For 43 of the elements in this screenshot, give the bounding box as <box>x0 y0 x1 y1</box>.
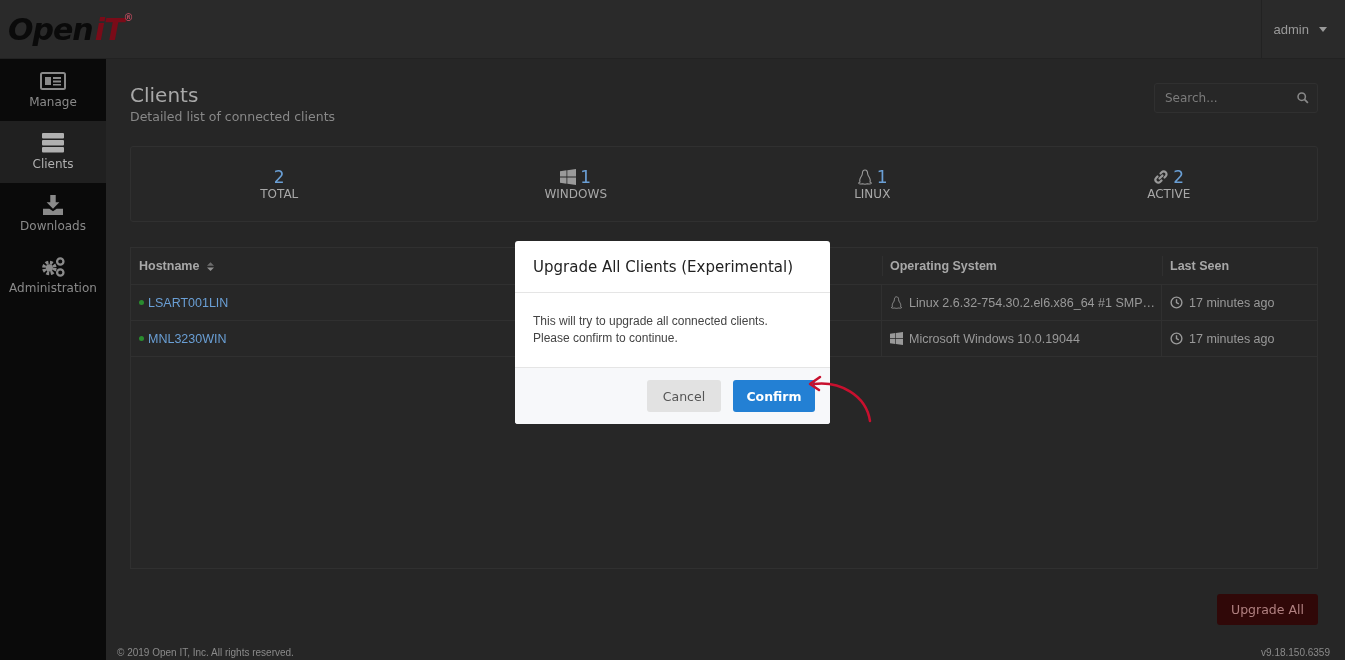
stat-value: 2 <box>1173 167 1185 187</box>
last-seen-text: 17 minutes ago <box>1189 295 1275 310</box>
search-field[interactable]: Search... <box>1154 83 1318 113</box>
sidebar-item[interactable]: Clients <box>0 121 106 183</box>
caret-icon <box>1319 26 1327 32</box>
clock-icon <box>1170 296 1183 309</box>
copyright-text: © 2019 Open IT, Inc. All rights reserved. <box>117 647 294 658</box>
hostname-link[interactable]: MNL3230WIN <box>148 331 227 346</box>
search-icon <box>1297 92 1309 104</box>
column-header[interactable]: Last Seen <box>1170 259 1230 273</box>
os-text: Microsoft Windows 10.0.19044 <box>909 331 1080 346</box>
stat-value: 1 <box>876 167 888 187</box>
user-menu[interactable]: admin <box>1260 0 1345 58</box>
column-header[interactable]: Operating System <box>890 259 997 273</box>
stat-label: LINUX <box>854 187 891 201</box>
clock-icon <box>1170 332 1183 345</box>
stat-value: 2 <box>273 167 285 187</box>
column-header[interactable]: Hostname <box>139 259 215 273</box>
windows-icon <box>890 332 903 345</box>
os-text: Linux 2.6.32-754.30.2.el6.x86_64 #1 SMP… <box>909 295 1155 310</box>
hostname-link[interactable]: LSART001LIN <box>148 295 229 310</box>
penguin-icon <box>856 169 873 185</box>
confirm-button[interactable]: Confirm <box>733 380 815 412</box>
link-icon <box>1153 169 1170 185</box>
search-input[interactable]: Search... <box>1163 90 1297 106</box>
id-card-icon <box>40 71 66 91</box>
sort-icon <box>207 261 215 271</box>
penguin-icon <box>890 296 903 309</box>
page-title: Clients <box>130 83 200 107</box>
stat-value: 1 <box>580 167 592 187</box>
cancel-button[interactable]: Cancel <box>647 380 721 412</box>
upgrade-all-button[interactable]: Upgrade All <box>1217 594 1318 625</box>
version-text: v9.18.150.6359 <box>1261 647 1330 658</box>
windows-icon <box>560 169 577 185</box>
gears-icon <box>40 257 66 277</box>
download-icon <box>40 195 66 215</box>
stat-label: ACTIVE <box>1147 187 1191 201</box>
last-seen-text: 17 minutes ago <box>1189 331 1275 346</box>
dialog-title: Upgrade All Clients (Experimental) <box>515 241 830 293</box>
stat-label: WINDOWS <box>544 187 608 201</box>
stat-label: TOTAL <box>260 187 299 201</box>
page-subtitle: Detailed list of connected clients <box>130 109 336 124</box>
server-icon <box>40 133 66 153</box>
